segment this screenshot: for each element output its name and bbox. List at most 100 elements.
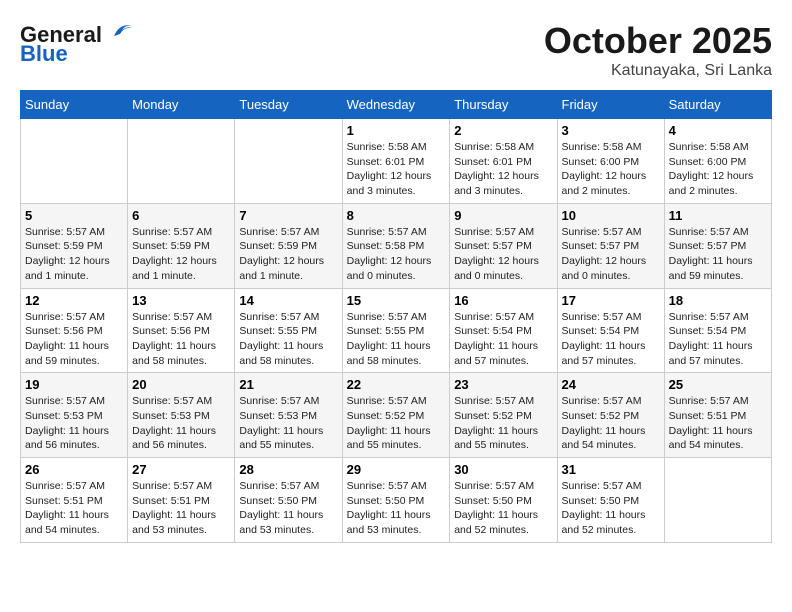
day-number: 9 <box>454 208 552 223</box>
calendar-cell: 4 Sunrise: 5:58 AMSunset: 6:00 PMDaylight… <box>664 119 771 204</box>
calendar-cell: 25Sunrise: 5:57 AMSunset: 5:51 PMDayligh… <box>664 373 771 458</box>
calendar-cell <box>664 458 771 543</box>
day-info: Sunrise: 5:57 AMSunset: 5:54 PMDaylight:… <box>454 310 552 369</box>
calendar-cell: 29 Sunrise: 5:57 AMSunset: 5:50 PMDayligh… <box>342 458 450 543</box>
day-info: Sunrise: 5:57 AMSunset: 5:53 PMDaylight:… <box>239 394 337 453</box>
calendar-cell: 11 Sunrise: 5:57 AMSunset: 5:57 PMDayligh… <box>664 203 771 288</box>
weekday-header-cell: Sunday <box>21 91 128 119</box>
day-info: Sunrise: 5:57 AMSunset: 5:51 PMDaylight:… <box>132 479 230 538</box>
calendar-cell: 2Sunrise: 5:58 AMSunset: 6:01 PMDaylight… <box>450 119 557 204</box>
day-info: Sunrise: 5:57 AMSunset: 5:57 PMDaylight:… <box>562 225 660 284</box>
day-number: 26 <box>25 462 123 477</box>
weekday-header-cell: Friday <box>557 91 664 119</box>
weekday-header-cell: Tuesday <box>235 91 342 119</box>
calendar-cell: 9 Sunrise: 5:57 AMSunset: 5:57 PMDaylight… <box>450 203 557 288</box>
calendar-cell: 7 Sunrise: 5:57 AMSunset: 5:59 PMDaylight… <box>235 203 342 288</box>
day-info: Sunrise: 5:57 AMSunset: 5:50 PMDaylight:… <box>454 479 552 538</box>
calendar-cell <box>21 119 128 204</box>
day-info: Sunrise: 5:57 AMSunset: 5:57 PMDaylight:… <box>454 225 552 284</box>
logo-bird-icon <box>106 18 136 42</box>
calendar-week-row: 5Sunrise: 5:57 AMSunset: 5:59 PMDaylight… <box>21 203 772 288</box>
day-number: 13 <box>132 293 230 308</box>
day-number: 31 <box>562 462 660 477</box>
day-number: 3 <box>562 123 660 138</box>
day-info: Sunrise: 5:58 AMSunset: 6:00 PMDaylight:… <box>669 140 767 199</box>
day-number: 16 <box>454 293 552 308</box>
day-number: 8 <box>347 208 446 223</box>
calendar-week-row: 1 Sunrise: 5:58 AMSunset: 6:01 PMDaylight… <box>21 119 772 204</box>
day-info: Sunrise: 5:57 AMSunset: 5:54 PMDaylight:… <box>669 310 767 369</box>
day-number: 17 <box>562 293 660 308</box>
calendar-cell: 10 Sunrise: 5:57 AMSunset: 5:57 PMDayligh… <box>557 203 664 288</box>
calendar-cell <box>128 119 235 204</box>
calendar-cell: 19 Sunrise: 5:57 AMSunset: 5:53 PMDayligh… <box>21 373 128 458</box>
day-number: 7 <box>239 208 337 223</box>
calendar-cell: 12Sunrise: 5:57 AMSunset: 5:56 PMDayligh… <box>21 288 128 373</box>
calendar-cell: 22 Sunrise: 5:57 AMSunset: 5:52 PMDayligh… <box>342 373 450 458</box>
day-number: 11 <box>669 208 767 223</box>
day-number: 15 <box>347 293 446 308</box>
calendar-week-row: 26 Sunrise: 5:57 AMSunset: 5:51 PMDayligh… <box>21 458 772 543</box>
day-info: Sunrise: 5:57 AMSunset: 5:52 PMDaylight:… <box>347 394 446 453</box>
calendar-cell: 23 Sunrise: 5:57 AMSunset: 5:52 PMDayligh… <box>450 373 557 458</box>
day-info: Sunrise: 5:57 AMSunset: 5:50 PMDaylight:… <box>239 479 337 538</box>
calendar-table: SundayMondayTuesdayWednesdayThursdayFrid… <box>20 90 772 543</box>
logo: General Blue <box>20 20 136 67</box>
day-number: 10 <box>562 208 660 223</box>
day-info: Sunrise: 5:57 AMSunset: 5:50 PMDaylight:… <box>562 479 660 538</box>
day-info: Sunrise: 5:58 AMSunset: 6:00 PMDaylight:… <box>562 140 660 199</box>
day-info: Sunrise: 5:57 AMSunset: 5:56 PMDaylight:… <box>132 310 230 369</box>
calendar-cell: 13 Sunrise: 5:57 AMSunset: 5:56 PMDayligh… <box>128 288 235 373</box>
day-number: 28 <box>239 462 337 477</box>
day-number: 21 <box>239 377 337 392</box>
day-info: Sunrise: 5:57 AMSunset: 5:52 PMDaylight:… <box>562 394 660 453</box>
calendar-cell: 27 Sunrise: 5:57 AMSunset: 5:51 PMDayligh… <box>128 458 235 543</box>
calendar-cell: 5Sunrise: 5:57 AMSunset: 5:59 PMDaylight… <box>21 203 128 288</box>
day-info: Sunrise: 5:57 AMSunset: 5:53 PMDaylight:… <box>25 394 123 453</box>
calendar-cell: 3 Sunrise: 5:58 AMSunset: 6:00 PMDaylight… <box>557 119 664 204</box>
day-info: Sunrise: 5:57 AMSunset: 5:59 PMDaylight:… <box>239 225 337 284</box>
day-info: Sunrise: 5:57 AMSunset: 5:52 PMDaylight:… <box>454 394 552 453</box>
calendar-cell: 8Sunrise: 5:57 AMSunset: 5:58 PMDaylight… <box>342 203 450 288</box>
day-number: 22 <box>347 377 446 392</box>
day-info: Sunrise: 5:57 AMSunset: 5:59 PMDaylight:… <box>25 225 123 284</box>
weekday-header: SundayMondayTuesdayWednesdayThursdayFrid… <box>21 91 772 119</box>
day-number: 25 <box>669 377 767 392</box>
day-number: 27 <box>132 462 230 477</box>
day-info: Sunrise: 5:57 AMSunset: 5:57 PMDaylight:… <box>669 225 767 284</box>
day-info: Sunrise: 5:57 AMSunset: 5:50 PMDaylight:… <box>347 479 446 538</box>
logo-blue: Blue <box>20 41 68 67</box>
day-number: 30 <box>454 462 552 477</box>
calendar-cell: 14Sunrise: 5:57 AMSunset: 5:55 PMDayligh… <box>235 288 342 373</box>
day-number: 12 <box>25 293 123 308</box>
calendar-cell <box>235 119 342 204</box>
day-info: Sunrise: 5:57 AMSunset: 5:53 PMDaylight:… <box>132 394 230 453</box>
calendar-cell: 26 Sunrise: 5:57 AMSunset: 5:51 PMDayligh… <box>21 458 128 543</box>
day-info: Sunrise: 5:57 AMSunset: 5:55 PMDaylight:… <box>347 310 446 369</box>
calendar-cell: 17 Sunrise: 5:57 AMSunset: 5:54 PMDayligh… <box>557 288 664 373</box>
calendar-cell: 28 Sunrise: 5:57 AMSunset: 5:50 PMDayligh… <box>235 458 342 543</box>
day-info: Sunrise: 5:57 AMSunset: 5:54 PMDaylight:… <box>562 310 660 369</box>
day-info: Sunrise: 5:58 AMSunset: 6:01 PMDaylight:… <box>347 140 446 199</box>
title-area: October 2025 Katunayaka, Sri Lanka <box>544 20 772 80</box>
location-subtitle: Katunayaka, Sri Lanka <box>544 62 772 80</box>
day-info: Sunrise: 5:57 AMSunset: 5:51 PMDaylight:… <box>25 479 123 538</box>
calendar-cell: 6Sunrise: 5:57 AMSunset: 5:59 PMDaylight… <box>128 203 235 288</box>
day-info: Sunrise: 5:58 AMSunset: 6:01 PMDaylight:… <box>454 140 552 199</box>
calendar-cell: 31 Sunrise: 5:57 AMSunset: 5:50 PMDayligh… <box>557 458 664 543</box>
day-number: 20 <box>132 377 230 392</box>
day-number: 4 <box>669 123 767 138</box>
day-number: 19 <box>25 377 123 392</box>
calendar-cell: 30 Sunrise: 5:57 AMSunset: 5:50 PMDayligh… <box>450 458 557 543</box>
day-number: 24 <box>562 377 660 392</box>
calendar-cell: 1 Sunrise: 5:58 AMSunset: 6:01 PMDaylight… <box>342 119 450 204</box>
day-number: 23 <box>454 377 552 392</box>
day-number: 14 <box>239 293 337 308</box>
calendar-cell: 21 Sunrise: 5:57 AMSunset: 5:53 PMDayligh… <box>235 373 342 458</box>
calendar-cell: 20 Sunrise: 5:57 AMSunset: 5:53 PMDayligh… <box>128 373 235 458</box>
calendar-week-row: 12 Sunrise: 5:57 AMSunset: 5:56 PMDayligh… <box>21 288 772 373</box>
calendar-cell: 24 Sunrise: 5:57 AMSunset: 5:52 PMDayligh… <box>557 373 664 458</box>
day-number: 1 <box>347 123 446 138</box>
day-number: 29 <box>347 462 446 477</box>
calendar-cell: 16 Sunrise: 5:57 AMSunset: 5:54 PMDayligh… <box>450 288 557 373</box>
